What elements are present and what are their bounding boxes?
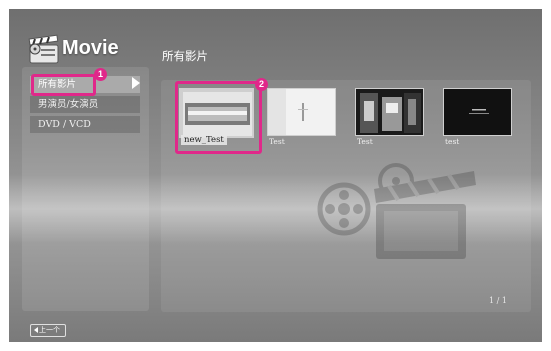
movie-thumbnail-4[interactable] [443,88,512,136]
app-title: Movie [62,37,119,59]
movie-label-4: test [445,137,460,146]
page-indicator: 1 / 1 [489,296,507,305]
film-clapper-icon [28,34,59,64]
movie-label-3: Test [357,137,373,146]
back-button[interactable]: 上一个 [30,324,66,337]
thumbnail-focus-highlight [175,81,262,154]
annotation-badge-1: 1 [94,68,107,81]
film-reel-watermark-icon [317,163,476,259]
annotation-badge-2: 2 [255,78,268,91]
sidebar-focus-highlight [31,74,96,96]
media-player-screen: Movie 所有影片 男演员/女演员 DVD / VCD 1 所有影片 new_… [9,9,542,342]
movie-thumbnail-3[interactable] [355,88,424,136]
movie-thumbnail-2[interactable] [267,88,336,136]
back-arrow-icon [34,327,38,333]
arrow-right-icon [132,77,140,89]
movie-label-2: Test [269,137,285,146]
movie-logo: Movie [26,33,136,71]
back-button-label: 上一个 [39,326,60,334]
page-title: 所有影片 [162,49,208,63]
sidebar-item-dvd-vcd[interactable]: DVD / VCD [30,116,140,133]
sidebar-item-actors[interactable]: 男演员/女演员 [30,96,140,113]
